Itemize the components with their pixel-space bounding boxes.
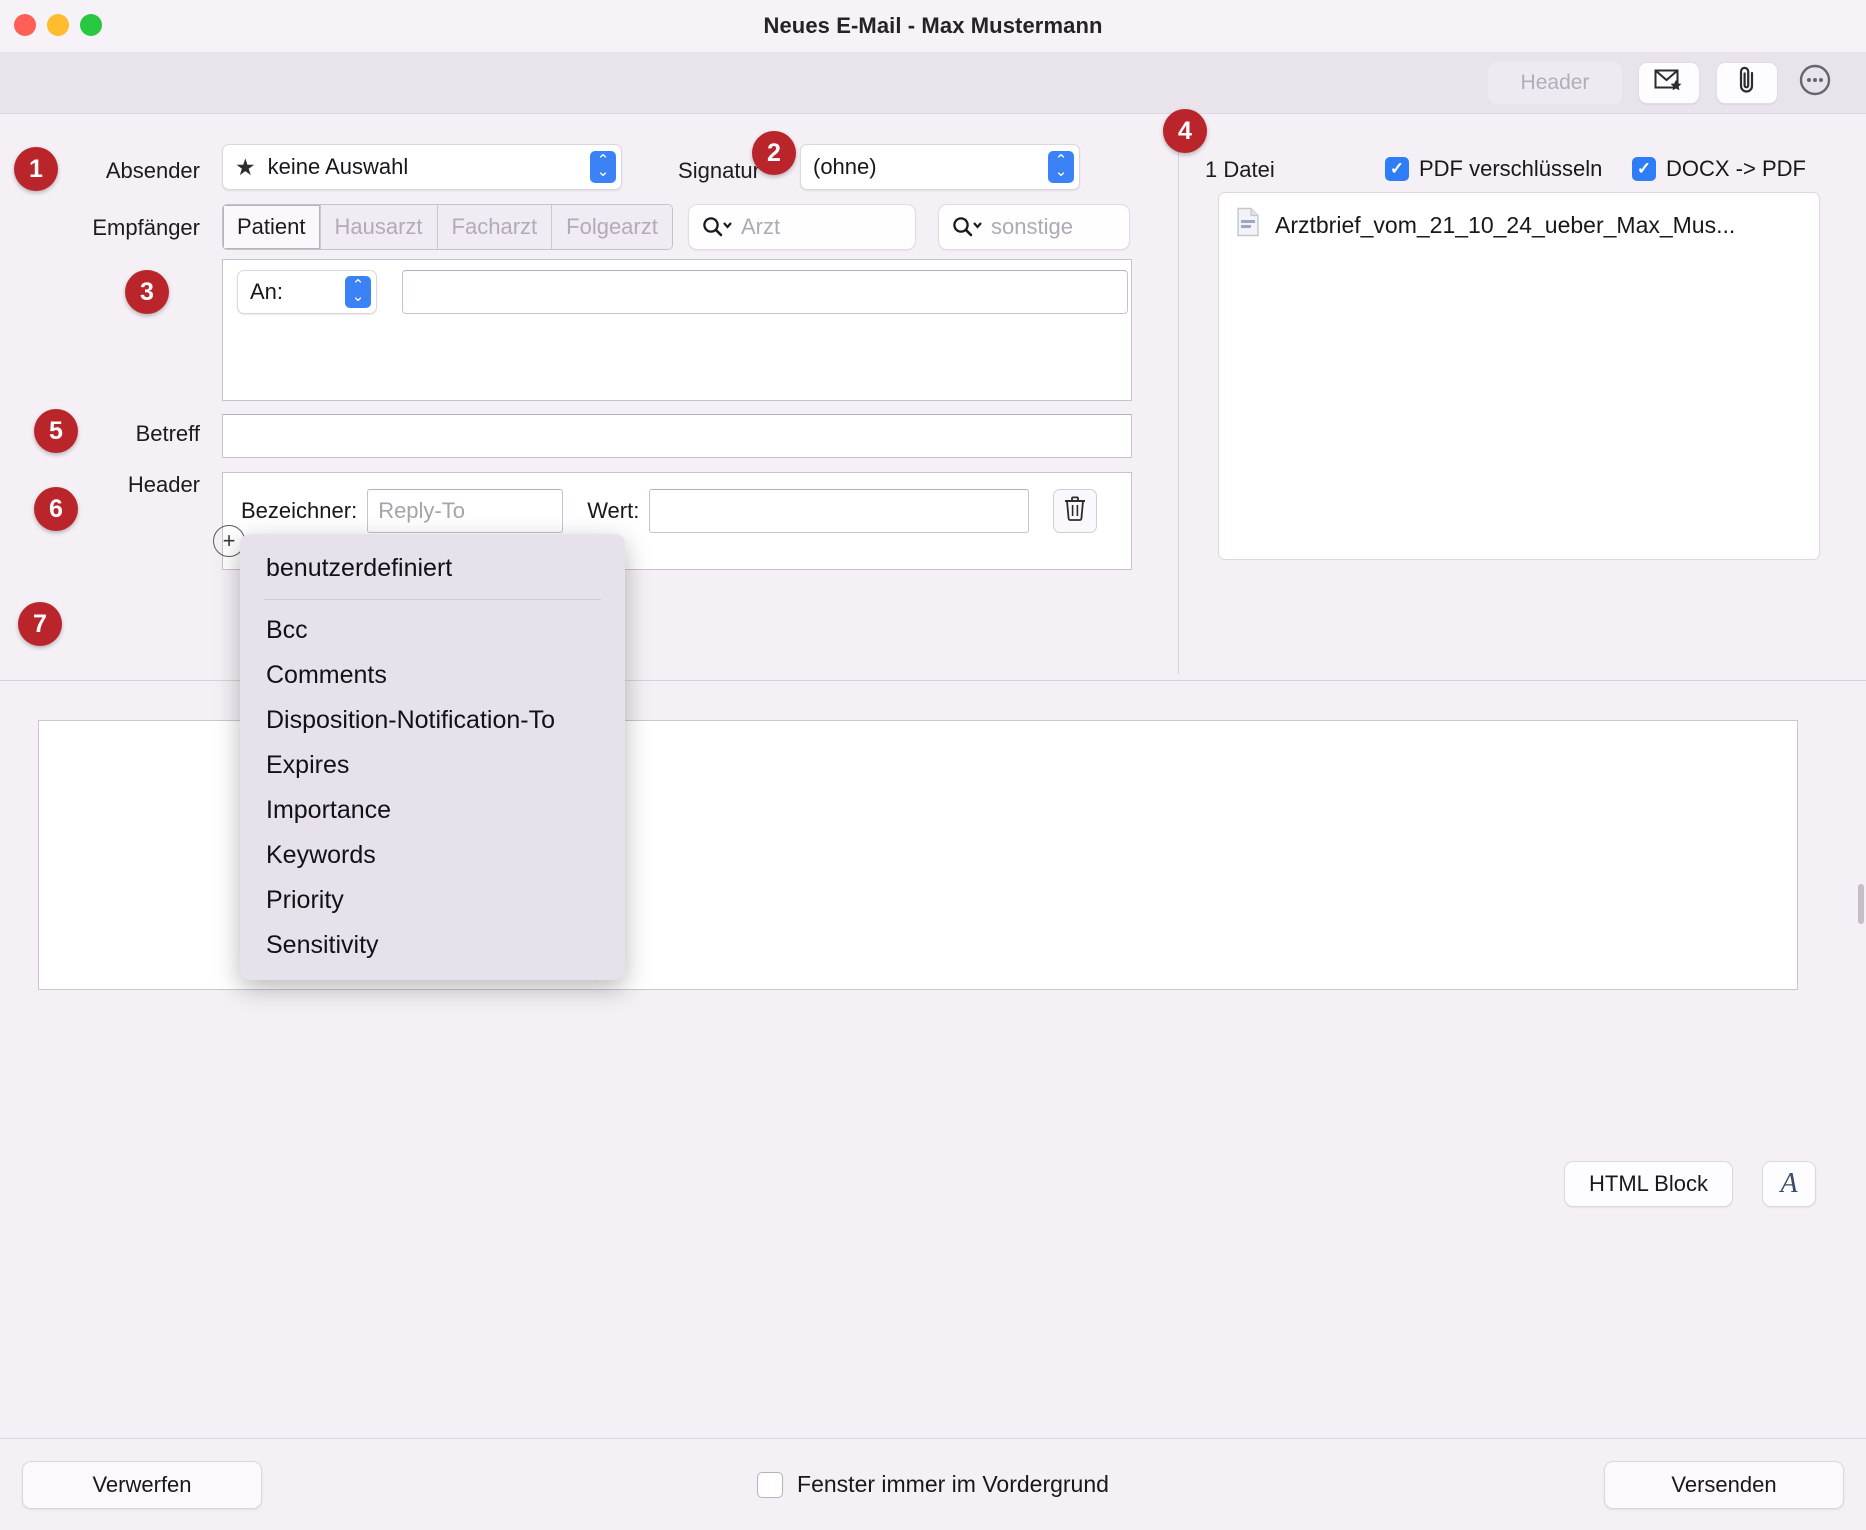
checkbox-checked-icon: ✓ <box>1385 157 1409 181</box>
menu-item-expires[interactable]: Expires <box>240 743 625 788</box>
step-badge-7: 7 <box>18 602 62 646</box>
recipient-tab-hausarzt[interactable]: Hausarzt <box>320 205 438 249</box>
email-compose-window: Neues E-Mail - Max Mustermann Header 1 A… <box>0 0 1866 1530</box>
recipient-field-stepper-icon: ⌃ ⌄ <box>345 276 371 308</box>
menu-item-benutzerdefiniert[interactable]: benutzerdefiniert <box>240 546 625 591</box>
font-format-button[interactable]: A <box>1762 1161 1816 1207</box>
always-front-label: Fenster immer im Vordergrund <box>797 1471 1109 1497</box>
docx-to-pdf-checkbox[interactable]: ✓ DOCX -> PDF <box>1632 156 1806 182</box>
attachment-file-name: Arztbrief_vom_21_10_24_ueber_Max_Mus... <box>1275 211 1736 238</box>
signature-select[interactable]: (ohne) ⌃ ⌄ <box>800 144 1080 190</box>
header-field-row: Bezeichner: Reply-To Wert: <box>223 473 1131 533</box>
header-key-input[interactable]: Reply-To <box>367 489 564 533</box>
paperclip-icon <box>1736 65 1758 100</box>
toolbar-mail-template-button[interactable] <box>1638 61 1700 104</box>
header-section-label: Header <box>127 472 200 497</box>
search-icon <box>701 216 735 238</box>
recipient-tab-folgearzt[interactable]: Folgearzt <box>552 205 672 249</box>
window-footer: Verwerfen Fenster immer im Vordergrund V… <box>0 1438 1866 1530</box>
attachment-list[interactable]: Arztbrief_vom_21_10_24_ueber_Max_Mus... <box>1218 192 1820 560</box>
mail-star-icon <box>1654 68 1684 97</box>
toolbar: Header <box>0 52 1866 114</box>
recipients-label: Empfänger <box>92 215 200 240</box>
compose-body: 1 Absender ★ keine Auswahl ⌃ ⌄ 2 Signatur… <box>0 109 1866 1530</box>
recipient-field-value: An: <box>250 279 284 304</box>
search-other-field[interactable]: sonstige <box>938 204 1130 250</box>
signature-label: Signatur <box>678 158 760 183</box>
close-window-button[interactable] <box>14 14 36 36</box>
subject-input[interactable] <box>222 414 1132 458</box>
checkbox-unchecked-icon <box>757 1471 784 1498</box>
search-icon-secondary <box>951 216 985 238</box>
discard-button[interactable]: Verwerfen <box>22 1460 262 1509</box>
document-icon <box>1235 207 1261 243</box>
header-name-menu[interactable]: benutzerdefiniert Bcc Comments Dispositi… <box>240 534 625 980</box>
menu-item-priority[interactable]: Priority <box>240 878 625 923</box>
signature-value: (ohne) <box>813 154 877 179</box>
menu-separator <box>264 599 601 600</box>
search-doctor-field[interactable]: Arzt <box>688 204 916 250</box>
vertical-divider <box>1178 114 1179 674</box>
attachment-list-item[interactable]: Arztbrief_vom_21_10_24_ueber_Max_Mus... <box>1219 193 1819 243</box>
toolbar-attach-button[interactable] <box>1716 61 1778 104</box>
star-icon: ★ <box>235 153 256 180</box>
step-badge-5: 5 <box>34 409 78 453</box>
header-value-input[interactable] <box>649 489 1030 533</box>
header-value-label: Wert: <box>587 498 640 523</box>
header-key-label: Bezeichner: <box>241 498 358 523</box>
encrypt-pdf-label: PDF verschlüsseln <box>1419 156 1603 181</box>
docx-to-pdf-label: DOCX -> PDF <box>1666 156 1806 181</box>
step-badge-6: 6 <box>34 487 78 531</box>
window-titlebar: Neues E-Mail - Max Mustermann <box>0 0 1866 52</box>
window-scrollbar[interactable] <box>1858 884 1864 924</box>
subject-label: Betreff <box>135 421 200 446</box>
recipient-tab-patient[interactable]: Patient <box>223 205 321 249</box>
step-badge-2: 2 <box>752 131 796 175</box>
plus-circle-icon: + <box>222 528 236 553</box>
sender-select[interactable]: ★ keine Auswahl ⌃ ⌄ <box>222 144 622 190</box>
attachment-count-label: 1 Datei <box>1205 157 1275 182</box>
menu-item-importance[interactable]: Importance <box>240 788 625 833</box>
html-block-button[interactable]: HTML Block <box>1564 1161 1733 1207</box>
signature-stepper-icon: ⌃ ⌄ <box>1048 151 1074 183</box>
menu-item-sensitivity[interactable]: Sensitivity <box>240 923 625 968</box>
more-circle-icon <box>1798 63 1832 102</box>
window-title: Neues E-Mail - Max Mustermann <box>763 13 1103 38</box>
search-doctor-placeholder: Arzt <box>741 214 781 239</box>
minimize-window-button[interactable] <box>47 14 69 36</box>
encrypt-pdf-checkbox[interactable]: ✓ PDF verschlüsseln <box>1385 156 1602 182</box>
recipient-type-tabs[interactable]: Patient Hausarzt Facharzt Folgearzt <box>222 204 673 250</box>
trash-icon <box>1063 495 1087 527</box>
toolbar-actions: Header <box>1488 61 1836 104</box>
search-other-placeholder: sonstige <box>991 214 1073 239</box>
sender-label: Absender <box>105 158 200 183</box>
header-delete-button[interactable] <box>1053 489 1098 533</box>
send-button[interactable]: Versenden <box>1604 1460 1844 1509</box>
menu-item-comments[interactable]: Comments <box>240 653 625 698</box>
step-badge-3: 3 <box>125 270 169 314</box>
toolbar-more-button[interactable] <box>1794 62 1836 104</box>
checkbox-checked-icon-2: ✓ <box>1632 157 1656 181</box>
header-key-placeholder: Reply-To <box>378 498 465 523</box>
font-format-icon: A <box>1780 1168 1798 1199</box>
sender-value: keine Auswahl <box>267 154 409 179</box>
step-badge-4: 4 <box>1163 109 1207 153</box>
sender-stepper-icon: ⌃ ⌄ <box>590 151 616 183</box>
menu-item-keywords[interactable]: Keywords <box>240 833 625 878</box>
toolbar-header-button[interactable]: Header <box>1488 61 1622 104</box>
recipient-address-input[interactable] <box>402 270 1128 314</box>
recipient-tab-facharzt[interactable]: Facharzt <box>437 205 553 249</box>
always-front-checkbox[interactable]: Fenster immer im Vordergrund <box>757 1471 1109 1498</box>
menu-item-disposition-notification-to[interactable]: Disposition-Notification-To <box>240 698 625 743</box>
step-badge-1: 1 <box>14 147 58 191</box>
recipient-field-select[interactable]: An: ⌃ ⌄ <box>237 270 377 314</box>
menu-item-bcc[interactable]: Bcc <box>240 608 625 653</box>
window-controls <box>14 14 102 36</box>
maximize-window-button[interactable] <box>80 14 102 36</box>
